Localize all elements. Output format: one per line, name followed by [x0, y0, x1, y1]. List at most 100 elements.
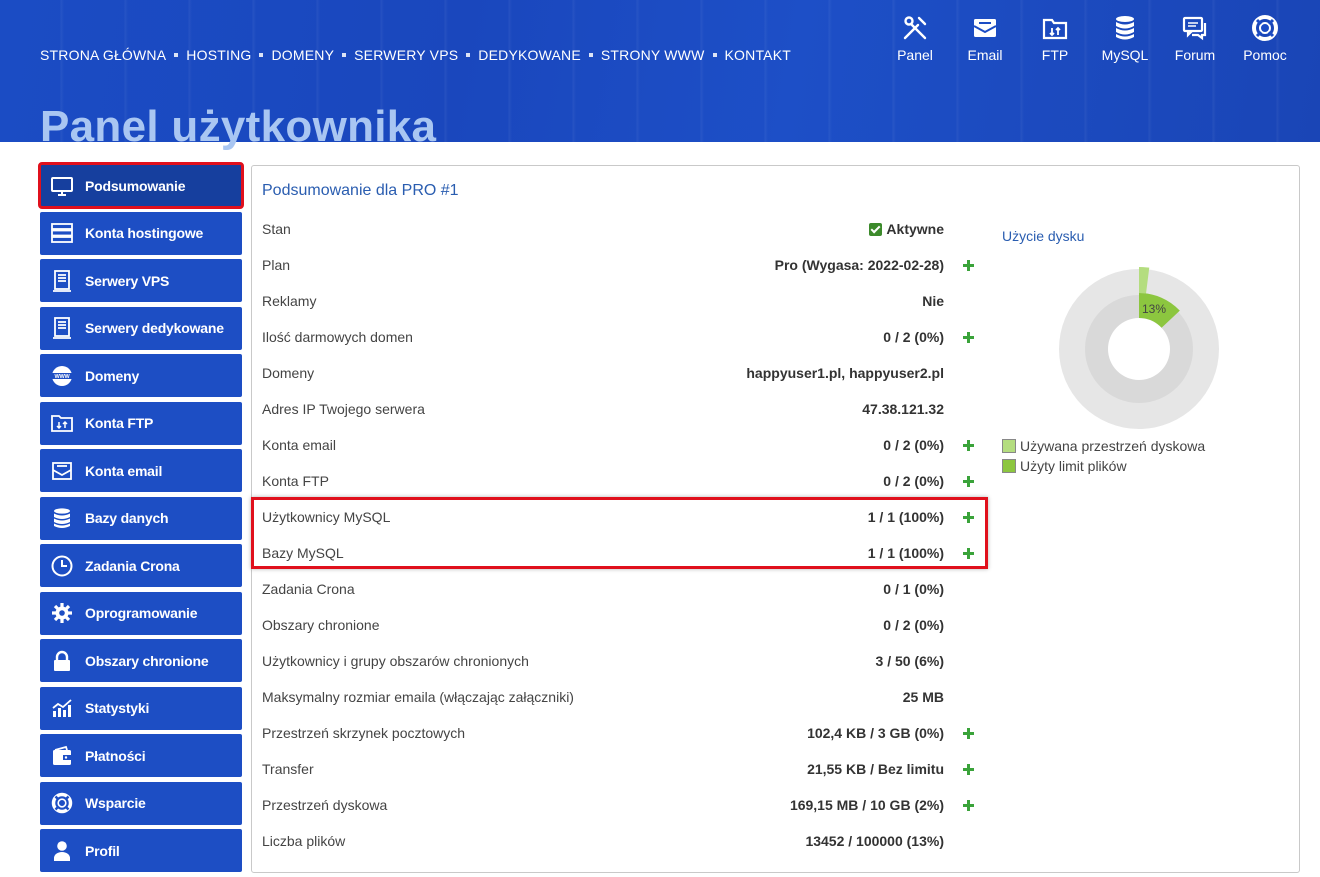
- summary-row-label: Zadania Crona: [262, 581, 355, 597]
- sidebar-item-summary[interactable]: Podsumowanie: [38, 162, 244, 209]
- summary-row-label: Maksymalny rozmiar emaila (włączając zał…: [262, 689, 574, 705]
- quicklink-panel[interactable]: Panel: [880, 14, 950, 63]
- sidebar-item-label: Obszary chronione: [85, 652, 209, 669]
- email-icon: [973, 19, 997, 37]
- donut-label: 13%: [1142, 302, 1166, 316]
- summary-row-label: Użytkownicy MySQL: [262, 509, 391, 525]
- summary-row-value: Aktywne: [886, 221, 944, 237]
- sidebar-item-databases[interactable]: Bazy danych: [40, 496, 242, 540]
- summary-row: Obszary chronione 0 / 2 (0%): [252, 607, 982, 643]
- add-plus-icon[interactable]: [960, 437, 976, 453]
- summary-table: Stan Aktywne Plan Pro (Wygasa: 2022-02-28) R…: [252, 211, 982, 859]
- summary-row-value-wrap: 102,4 KB / 3 GB (0%): [807, 725, 944, 741]
- gear-icon: [50, 601, 74, 625]
- legend-label: Użyty limit plików: [1020, 458, 1127, 474]
- add-plus-icon[interactable]: [960, 329, 976, 345]
- sidebar-item-label: Statystyki: [85, 700, 150, 716]
- server-icon: [50, 269, 74, 293]
- summary-row-label: Przestrzeń skrzynek pocztowych: [262, 725, 466, 741]
- nav-hosting[interactable]: HOSTING: [186, 47, 251, 63]
- sidebar-item-profile[interactable]: Profil: [40, 829, 242, 872]
- add-plus-icon[interactable]: [960, 797, 976, 813]
- nav-contact[interactable]: KONTAKT: [725, 47, 791, 63]
- summary-row-label: Ilość darmowych domen: [262, 329, 413, 345]
- summary-row-value: 25 MB: [902, 689, 944, 705]
- sidebar-item-vps[interactable]: Serwery VPS: [40, 259, 242, 302]
- wallet-icon: [50, 744, 74, 768]
- sidebar-item-ftp[interactable]: Konta FTP: [40, 401, 242, 445]
- summary-row-value: 0 / 1 (0%): [883, 581, 944, 597]
- quicklink-email[interactable]: Email: [950, 14, 1020, 63]
- sidebar-item-label: Serwery dedykowane: [85, 320, 224, 336]
- sidebar-item-software[interactable]: Oprogramowanie: [40, 591, 242, 635]
- www-globe-icon: WWW: [50, 364, 74, 388]
- sidebar-item-label: Wsparcie: [85, 795, 146, 811]
- summary-row-value: 1 / 1 (100%): [867, 545, 944, 561]
- summary-row: Liczba plików 13452 / 100000 (13%): [252, 823, 982, 859]
- lifebuoy-icon: [50, 791, 74, 815]
- add-plus-icon[interactable]: [960, 473, 976, 489]
- nav-websites[interactable]: STRONY WWW: [601, 47, 705, 63]
- add-plus-icon[interactable]: [960, 545, 976, 561]
- stats-chart-icon: [50, 696, 74, 720]
- quick-links: Panel Email FTP MySQL Forum Pomoc: [880, 14, 1300, 63]
- summary-row-label: Bazy MySQL: [262, 545, 344, 561]
- summary-row-value: 1 / 1 (100%): [867, 509, 944, 525]
- nav-vps[interactable]: SERWERY VPS: [354, 47, 458, 63]
- summary-row-value: 47.38.121.32: [862, 401, 944, 417]
- summary-row: Bazy MySQL 1 / 1 (100%): [252, 535, 982, 571]
- add-plus-icon[interactable]: [960, 725, 976, 741]
- ftp-folder-icon: [50, 411, 74, 435]
- sidebar-item-cron[interactable]: Zadania Crona: [40, 544, 242, 587]
- add-plus-icon[interactable]: [960, 257, 976, 273]
- quicklink-label: FTP: [1041, 47, 1069, 63]
- legend-label: Używana przestrzeń dyskowa: [1020, 438, 1206, 454]
- summary-row-value-wrap: 0 / 1 (0%): [883, 581, 944, 597]
- legend-swatch-files: [1002, 459, 1016, 473]
- ftp-folder-icon: [1042, 18, 1068, 40]
- summary-row: Użytkownicy MySQL 1 / 1 (100%): [252, 499, 982, 535]
- summary-row-label: Transfer: [262, 761, 314, 777]
- nav-separator: [174, 53, 179, 57]
- summary-row-value-wrap: 21,55 KB / Bez limitu: [807, 761, 944, 777]
- sidebar-item-protected-areas[interactable]: Obszary chronione: [40, 639, 242, 682]
- sidebar-item-label: Zadania Crona: [85, 557, 180, 574]
- nav-separator: [712, 53, 717, 57]
- summary-row-value: 3 / 50 (6%): [875, 653, 944, 669]
- nav-home[interactable]: STRONA GŁÓWNA: [40, 47, 166, 63]
- quicklink-mysql[interactable]: MySQL: [1090, 14, 1160, 63]
- sidebar-item-support[interactable]: Wsparcie: [40, 781, 242, 825]
- database-icon: [1116, 16, 1134, 40]
- checkbox-checked-icon: [869, 222, 883, 236]
- quicklink-ftp[interactable]: FTP: [1020, 14, 1090, 63]
- sidebar-item-dedicated[interactable]: Serwery dedykowane: [40, 306, 242, 350]
- summary-row: Stan Aktywne: [252, 211, 982, 247]
- nav-dedicated[interactable]: DEDYKOWANE: [478, 47, 581, 63]
- legend-item-disk: Używana przestrzeń dyskowa: [1002, 436, 1205, 456]
- summary-row-label: Konta FTP: [262, 473, 329, 489]
- summary-row-label: Reklamy: [262, 293, 317, 309]
- nav-separator: [342, 53, 347, 57]
- quicklink-label: Pomoc: [1243, 47, 1287, 63]
- sidebar-item-label: Płatności: [85, 747, 146, 764]
- summary-row-value: happyuser1.pl, happyuser2.pl: [746, 365, 944, 381]
- quicklink-forum[interactable]: Forum: [1160, 14, 1230, 63]
- sidebar-item-label: Serwery VPS: [85, 272, 170, 289]
- quicklink-help[interactable]: Pomoc: [1230, 14, 1300, 63]
- sidebar-item-email[interactable]: Konta email: [40, 449, 242, 492]
- sidebar-item-statistics[interactable]: Statystyki: [40, 686, 242, 730]
- add-plus-icon[interactable]: [960, 509, 976, 525]
- summary-row: Użytkownicy i grupy obszarów chronionych…: [252, 643, 982, 679]
- server-rack-icon: [50, 221, 74, 245]
- summary-row: Przestrzeń skrzynek pocztowych 102,4 KB /…: [252, 715, 982, 751]
- nav-domains[interactable]: DOMENY: [271, 47, 334, 63]
- add-plus-icon[interactable]: [960, 761, 976, 777]
- summary-row-value-wrap: 0 / 2 (0%): [883, 617, 944, 633]
- sidebar-item-hosting-accounts[interactable]: Konta hostingowe: [40, 211, 242, 255]
- sidebar-item-label: Profil: [85, 842, 120, 859]
- sidebar-item-payments[interactable]: Płatności: [40, 734, 242, 777]
- disk-usage-donut: 13%: [1059, 267, 1219, 429]
- summary-row-value: 13452 / 100000 (13%): [805, 833, 944, 849]
- sidebar-item-domains[interactable]: WWW Domeny: [40, 354, 242, 397]
- summary-row-label: Obszary chronione: [262, 617, 380, 633]
